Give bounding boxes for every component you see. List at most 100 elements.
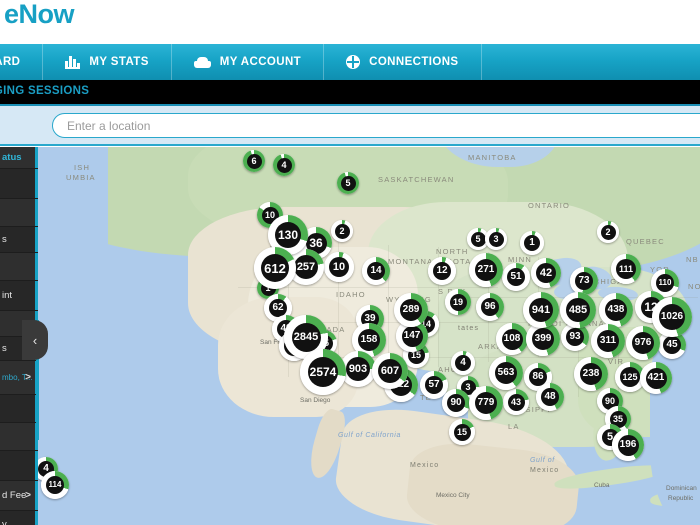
map-cluster-marker[interactable]: 108 xyxy=(496,323,528,355)
cluster-count-text: 114 xyxy=(49,481,62,489)
map-cluster-marker[interactable]: 1026 xyxy=(652,297,692,337)
sidebar-row-8[interactable]: mbo, T...> xyxy=(0,361,38,395)
cluster-count-text: 15 xyxy=(457,428,467,437)
charging-station-map[interactable]: ISHUMBIASASKATCHEWANONTARIOQUEBECMANITOB… xyxy=(38,147,700,525)
map-cluster-marker[interactable]: 779 xyxy=(469,386,503,420)
map-label: ONTARIO xyxy=(528,201,570,210)
cluster-count-text: 438 xyxy=(608,305,625,315)
sidebar-row-label: s xyxy=(2,234,7,245)
map-cluster-marker[interactable]: 2574 xyxy=(300,349,346,395)
map-cluster-marker[interactable]: 311 xyxy=(591,324,625,358)
map-cluster-marker[interactable]: 43 xyxy=(503,389,529,415)
sidebar-row-1[interactable] xyxy=(0,169,38,199)
map-cluster-marker[interactable]: 271 xyxy=(469,253,503,287)
map-cluster-marker[interactable]: 976 xyxy=(626,326,660,360)
map-cluster-marker[interactable]: 96 xyxy=(476,293,504,321)
sidebar-row-accent xyxy=(35,147,38,168)
cluster-count-badge: 108 xyxy=(502,329,523,350)
map-cluster-marker[interactable]: 5 xyxy=(337,172,359,194)
map-cluster-marker[interactable]: 4 xyxy=(451,351,475,375)
map-cluster-marker[interactable]: 3 xyxy=(485,228,507,250)
nav-item-my-stats[interactable]: MY STATS xyxy=(43,44,171,80)
cluster-count-text: 48 xyxy=(544,392,555,402)
map-cluster-marker[interactable]: 6 xyxy=(243,150,265,172)
cluster-count-text: 289 xyxy=(403,305,420,315)
map-cluster-marker[interactable]: 51 xyxy=(502,263,530,291)
search-input[interactable] xyxy=(52,113,700,138)
sidebar-collapse-button[interactable]: ‹ xyxy=(22,320,48,360)
cluster-count-badge: 421 xyxy=(646,368,667,389)
cluster-count-text: 62 xyxy=(272,303,283,313)
map-cluster-marker[interactable]: 289 xyxy=(394,293,428,327)
cluster-count-text: 90 xyxy=(450,398,461,408)
map-cluster-marker[interactable]: 14 xyxy=(362,257,390,285)
map-cluster-marker[interactable]: 941 xyxy=(523,292,559,328)
map-cluster-marker[interactable]: 48 xyxy=(536,383,564,411)
sidebar-row-11[interactable] xyxy=(0,451,38,481)
map-label: Mexico City xyxy=(436,492,470,499)
sidebar-row-label: s xyxy=(2,343,7,354)
map-cluster-marker[interactable]: 111 xyxy=(611,254,641,284)
sidebar-row-accent xyxy=(35,481,38,510)
cluster-count-badge: 2574 xyxy=(308,357,338,387)
map-label: Dominican xyxy=(666,485,697,492)
nav-item-my-account[interactable]: MY ACCOUNT xyxy=(172,44,324,80)
map-cluster-marker[interactable]: 2 xyxy=(597,221,619,243)
search-input-wrapper xyxy=(52,113,700,138)
active-charging-sessions-bar[interactable]: E CHARGING SESSIONS xyxy=(0,80,700,104)
map-cluster-marker[interactable]: 10 xyxy=(324,252,354,282)
logo-band: eNow xyxy=(0,0,700,44)
map-label: Mexico xyxy=(530,467,559,474)
sidebar-row-accent xyxy=(35,253,38,280)
cluster-count-text: 19 xyxy=(453,298,463,307)
map-cluster-marker[interactable]: 196 xyxy=(612,429,644,461)
cluster-count-badge: 399 xyxy=(532,328,554,350)
sidebar-row-9[interactable] xyxy=(0,395,38,423)
nav-item-dashboard[interactable]: DASHBOARD xyxy=(0,44,43,80)
map-cluster-marker[interactable]: 114 xyxy=(41,471,69,499)
sidebar-row-12[interactable]: d Fee> xyxy=(0,481,38,511)
map-cluster-marker[interactable]: 438 xyxy=(599,293,633,327)
chevron-right-icon[interactable]: > xyxy=(25,372,31,383)
map-cluster-marker[interactable]: 19 xyxy=(445,289,471,315)
map-cluster-marker[interactable]: 2 xyxy=(331,220,353,242)
cluster-count-text: 1026 xyxy=(661,312,683,322)
map-cluster-marker[interactable]: 15 xyxy=(449,419,475,445)
map-cluster-marker[interactable]: 485 xyxy=(560,292,596,328)
map-label: Republic xyxy=(668,495,693,502)
cluster-count-text: 45 xyxy=(666,340,677,350)
cluster-count-badge: 90 xyxy=(447,394,465,412)
cluster-count-text: 1 xyxy=(529,238,535,248)
sidebar-row-4[interactable] xyxy=(0,253,38,281)
cluster-count-text: 158 xyxy=(361,335,378,345)
map-cluster-marker[interactable]: 1 xyxy=(520,231,544,255)
sidebar-row-13[interactable]: y xyxy=(0,511,38,525)
nav-label-my-account: MY ACCOUNT xyxy=(220,56,301,68)
map-cluster-marker[interactable]: 90 xyxy=(442,389,470,417)
sidebar-row-0[interactable]: atus xyxy=(0,147,38,169)
cluster-count-text: 51 xyxy=(510,272,521,282)
chevron-left-icon: ‹ xyxy=(33,333,37,348)
sidebar-row-5[interactable]: int xyxy=(0,281,38,311)
nav-item-connections[interactable]: CONNECTIONS xyxy=(324,44,481,80)
map-cluster-marker[interactable]: 12 xyxy=(428,257,456,285)
map-cluster-marker[interactable]: 612 xyxy=(254,247,296,289)
cluster-count-text: 5 xyxy=(475,235,480,244)
map-cluster-marker[interactable]: 421 xyxy=(640,362,672,394)
cluster-count-badge: 485 xyxy=(566,298,590,322)
map-cluster-marker[interactable]: 563 xyxy=(489,356,523,390)
sidebar-row-10[interactable] xyxy=(0,423,38,451)
cluster-count-text: 485 xyxy=(569,305,587,316)
map-cluster-marker[interactable]: 73 xyxy=(570,267,598,295)
cluster-count-badge: 42 xyxy=(536,263,556,283)
map-label: Gulf of California xyxy=(338,432,401,439)
brand-logo[interactable]: eNow xyxy=(0,1,74,28)
map-cluster-marker[interactable]: 607 xyxy=(372,353,408,389)
sidebar-row-3[interactable]: s xyxy=(0,227,38,253)
map-cluster-marker[interactable]: 238 xyxy=(574,357,608,391)
cluster-count-badge: 19 xyxy=(450,294,467,311)
sidebar-row-2[interactable] xyxy=(0,199,38,227)
map-cluster-marker[interactable]: 42 xyxy=(531,258,561,288)
chevron-right-icon[interactable]: > xyxy=(25,490,31,501)
map-cluster-marker[interactable]: 4 xyxy=(273,154,295,176)
